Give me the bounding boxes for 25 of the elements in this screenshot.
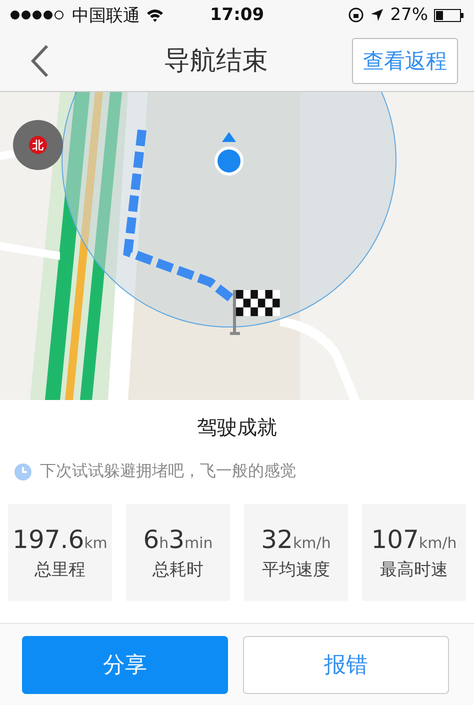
stat-value: 197.6km xyxy=(12,524,108,554)
stat-value: 107km/h xyxy=(371,524,457,554)
stat-value: 32 km/h xyxy=(261,524,331,554)
signal-icon xyxy=(10,10,66,20)
location-dot-icon xyxy=(214,132,244,176)
tip-text: 下次试试躲避拥堵吧，飞一般的感觉 xyxy=(40,461,296,482)
carrier-name: 中国联通 xyxy=(72,4,140,26)
wifi-icon xyxy=(146,8,164,22)
back-icon[interactable] xyxy=(30,44,50,78)
clock-icon xyxy=(14,462,32,480)
stat-label: 平均速度 xyxy=(262,558,330,580)
location-arrow-icon xyxy=(370,8,384,22)
return-route-button[interactable]: 查看返程 xyxy=(352,38,458,84)
clock-time: 17:09 xyxy=(210,5,264,25)
stat-label: 最高时速 xyxy=(380,558,448,580)
page-title: 导航结束 xyxy=(163,45,269,78)
battery-icon xyxy=(434,8,464,22)
stat-value: 6h3min xyxy=(143,524,213,554)
report-error-button[interactable]: 报错 xyxy=(243,636,449,694)
stat-label: 总里程 xyxy=(34,558,86,580)
battery-percent: 27% xyxy=(390,5,428,25)
stat-label: 总耗时 xyxy=(152,558,204,580)
rotation-lock-icon xyxy=(348,7,364,23)
section-title: 驾驶成就 xyxy=(196,414,278,441)
share-button[interactable]: 分享 xyxy=(22,636,228,694)
